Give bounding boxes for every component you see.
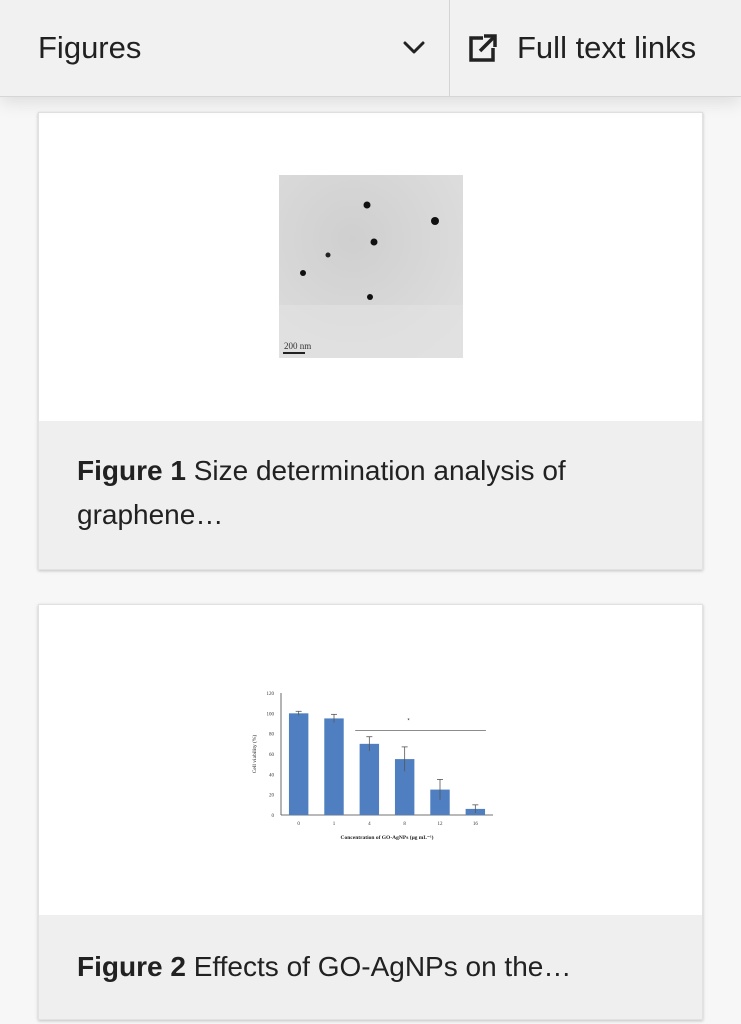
figures-dropdown-label: Figures: [38, 30, 142, 65]
full-text-links-label: Full text links: [517, 30, 697, 65]
bar-chart-thumbnail[interactable]: 0 20 40 60 80 100 120 0 1 4 8 12 16 * Concentration of…: [247, 683, 497, 843]
x-tick-label: 4: [368, 822, 371, 827]
figure-thumbnail-area: 0 20 40 60 80 100 120 0 1 4 8 12 16 * Concentration of…: [39, 605, 702, 915]
x-tick-label: 8: [403, 822, 406, 827]
figure-thumbnail-area: 200 nm: [39, 113, 702, 421]
figure-caption-text: Effects of GO-AgNPs on the…: [193, 951, 572, 982]
x-tick-label: 12: [438, 822, 444, 827]
x-tick-label: 16: [473, 822, 479, 827]
chevron-down-icon: [401, 35, 427, 61]
x-tick-label: 0: [297, 822, 300, 827]
y-tick-label: 80: [269, 733, 275, 738]
y-tick-label: 20: [269, 794, 275, 799]
figure-card[interactable]: 200 nm Figure 1 Size determination analy…: [38, 112, 703, 570]
figures-dropdown[interactable]: Figures: [0, 0, 450, 96]
y-tick-label: 60: [269, 753, 275, 758]
bar: [288, 713, 309, 815]
figure-caption: Figure 2 Effects of GO-AgNPs on the…: [39, 915, 702, 1019]
y-tick-label: 100: [267, 712, 275, 717]
figure-number: Figure 2: [77, 951, 186, 982]
figures-toolbar: Figures Full text links: [0, 0, 741, 97]
x-tick-label: 1: [333, 822, 336, 827]
figure-caption: Figure 1 Size determination analysis of …: [39, 421, 702, 569]
bar: [359, 743, 380, 815]
figure-number: Figure 1: [77, 455, 186, 486]
significance-marker: *: [407, 719, 410, 725]
external-link-icon: [469, 34, 497, 62]
y-tick-label: 0: [272, 814, 275, 819]
bar: [324, 718, 344, 815]
tem-micrograph-thumbnail[interactable]: 200 nm: [279, 175, 463, 358]
scale-bar-label: 200 nm: [284, 341, 312, 351]
full-text-links-button[interactable]: Full text links: [451, 0, 741, 96]
y-tick-label: 120: [267, 692, 275, 697]
y-tick-label: 40: [269, 773, 275, 778]
x-axis-label: Concentration of GO-AgNPs (μg mL⁻¹): [341, 834, 434, 841]
figure-card[interactable]: 0 20 40 60 80 100 120 0 1 4 8 12 16 * Concentration of…: [38, 604, 703, 1020]
y-axis-label: Cell viability (%): [251, 735, 258, 774]
